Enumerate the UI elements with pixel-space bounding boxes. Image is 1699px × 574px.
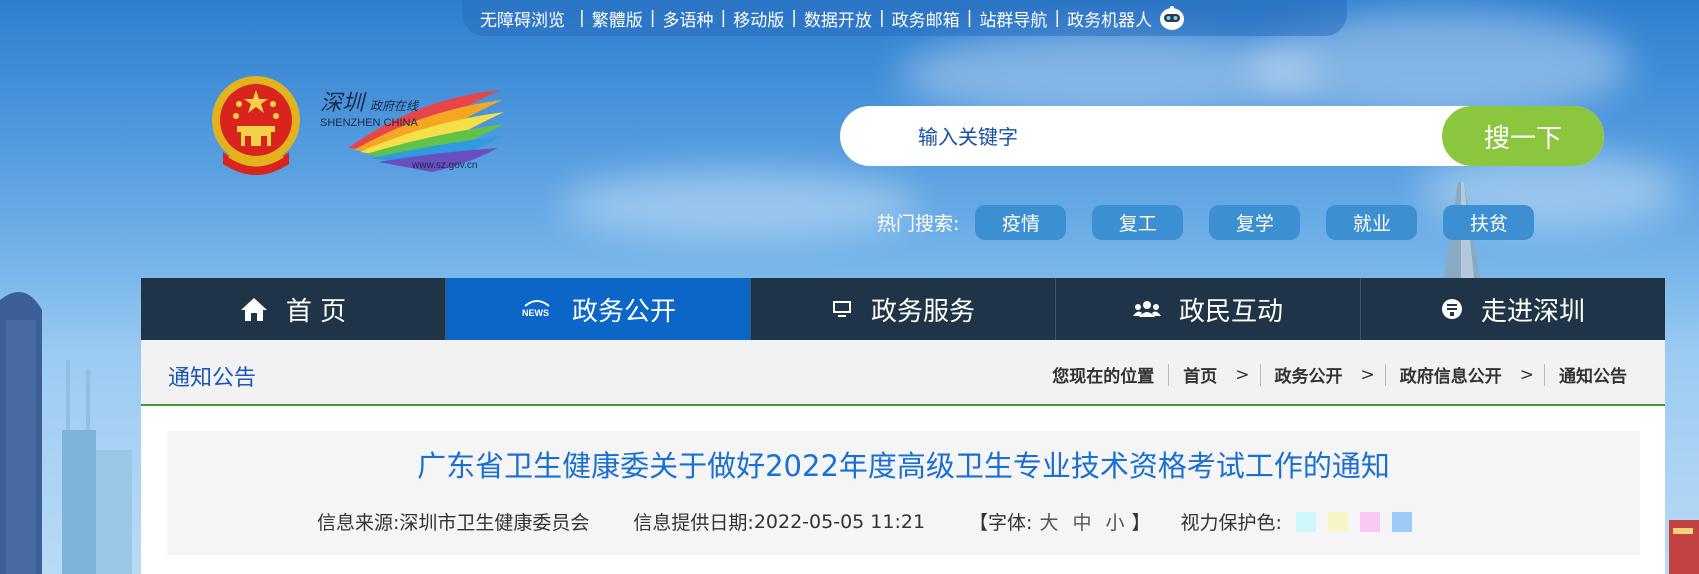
eye-color-blue-swatch[interactable] (1391, 511, 1412, 532)
news-icon: NEWS (520, 298, 554, 320)
government-mail-link[interactable]: 政务邮箱 (892, 6, 960, 31)
building-right-decoration (1669, 520, 1699, 574)
logo-subtitle: 政府在线 (370, 99, 419, 113)
nav-item-public-interaction[interactable]: 政民互动 (1056, 278, 1361, 340)
nav-item-government-affairs-open[interactable]: NEWS 政务公开 (446, 278, 751, 340)
font-size-large-button[interactable]: 大 (1039, 508, 1058, 535)
nav-item-label: 政务公开 (571, 296, 676, 327)
search-box: 搜一下 (840, 106, 1604, 166)
eye-color-yellow-swatch[interactable] (1327, 511, 1348, 532)
mobile-version-link[interactable]: 移动版 (733, 6, 784, 31)
breadcrumb-arrow: > (1519, 364, 1534, 385)
font-size-close: 】 (1131, 512, 1151, 534)
divider: | (649, 8, 656, 28)
search-input[interactable] (916, 120, 1480, 154)
divider: | (966, 8, 973, 28)
skyline-left-decoration (0, 292, 132, 574)
divider (1259, 363, 1261, 386)
multilingual-link[interactable]: 多语种 (662, 6, 713, 31)
article-meta: 信息来源: 深圳市卫生健康委员会 信息提供日期: 2022-05-05 11:2… (317, 508, 1424, 535)
date-label: 信息提供日期: (633, 512, 754, 534)
content-area: 通知公告 您现在的位置 首页 > 政务公开 > 政府信息公开 > 通知公告 广东… (141, 340, 1665, 574)
svg-text:NEWS: NEWS (522, 308, 549, 318)
hot-search-label: 热门搜索: (877, 213, 960, 235)
logo-en-name: SHENZHEN CHINA (320, 117, 418, 129)
nav-item-label: 政民互动 (1178, 296, 1283, 327)
users-icon (1132, 299, 1161, 319)
source-value: 深圳市卫生健康委员会 (399, 512, 590, 534)
divider: | (720, 8, 727, 28)
hot-tag-employment[interactable]: 就业 (1326, 205, 1418, 240)
breadcrumb-lead: 您现在的位置 (1052, 367, 1155, 387)
breadcrumb-government-affairs-open[interactable]: 政务公开 (1275, 362, 1343, 387)
divider: | (791, 8, 797, 28)
breadcrumb-arrow: > (1360, 364, 1375, 385)
info-icon (1441, 298, 1463, 320)
nav-item-label: 政务服务 (870, 296, 975, 327)
breadcrumb-bar: 通知公告 您现在的位置 首页 > 政务公开 > 政府信息公开 > 通知公告 (141, 340, 1665, 406)
divider (1168, 363, 1170, 386)
logo-cn-name: 深圳 (320, 91, 367, 116)
eye-color-cyan-swatch[interactable] (1295, 511, 1316, 532)
breadcrumb-arrow: > (1235, 364, 1250, 385)
font-size-small-button[interactable]: 小 (1105, 508, 1124, 535)
hot-tag-poverty-relief[interactable]: 扶贫 (1443, 205, 1535, 240)
article-header: 广东省卫生健康委关于做好2022年度高级卫生专业技术资格考试工作的通知 信息来源… (167, 431, 1640, 555)
national-emblem-logo (212, 76, 300, 175)
nav-item-government-services[interactable]: 政务服务 (751, 278, 1056, 340)
robot-icon[interactable] (1158, 5, 1186, 31)
nav-item-home[interactable]: 首 页 (141, 278, 446, 340)
site-navigation-link[interactable]: 站群导航 (979, 6, 1047, 31)
breadcrumb-home[interactable]: 首页 (1183, 362, 1217, 387)
monitor-icon (831, 299, 853, 319)
hot-tag-resume-school[interactable]: 复学 (1209, 205, 1301, 240)
divider: | (878, 8, 885, 28)
traditional-chinese-link[interactable]: 繁體版 (592, 6, 643, 31)
open-data-link[interactable]: 数据开放 (804, 6, 872, 31)
cloud-decoration (560, 170, 920, 240)
date-value: 2022-05-05 11:21 (753, 510, 926, 533)
hot-tag-epidemic[interactable]: 疫情 (975, 205, 1067, 240)
top-utility-bar: 无障碍浏览 | 繁體版 | 多语种 | 移动版 | 数据开放 | 政务邮箱 | … (462, 0, 1347, 36)
main-nav: 首 页 NEWS 政务公开 政务服务 政民互动 走进深圳 (141, 278, 1665, 340)
eye-color-pink-swatch[interactable] (1359, 511, 1380, 532)
breadcrumb-notices[interactable]: 通知公告 (1559, 362, 1627, 387)
nav-item-explore-shenzhen[interactable]: 走进深圳 (1361, 278, 1665, 340)
hot-search-bar: 热门搜索: 疫情 复工 复学 就业 扶贫 (877, 205, 1560, 240)
breadcrumb: 您现在的位置 首页 > 政务公开 > 政府信息公开 > 通知公告 (1052, 362, 1627, 387)
government-robot-link[interactable]: 政务机器人 (1067, 6, 1152, 31)
shenzhen-china-logo: 深圳 政府在线 SHENZHEN CHINA www.sz.gov.cn (320, 90, 504, 172)
nav-item-label: 走进深圳 (1480, 296, 1585, 327)
article-title: 广东省卫生健康委关于做好2022年度高级卫生专业技术资格考试工作的通知 (417, 449, 1390, 483)
search-button[interactable]: 搜一下 (1442, 106, 1604, 166)
hot-tag-resume-work[interactable]: 复工 (1092, 205, 1184, 240)
font-size-medium-button[interactable]: 中 (1072, 508, 1091, 535)
divider (1384, 363, 1386, 386)
home-icon (240, 296, 268, 322)
eye-protection-label: 视力保护色: (1180, 512, 1282, 534)
divider: | (1054, 8, 1061, 28)
breadcrumb-government-info-open[interactable]: 政府信息公开 (1400, 362, 1502, 387)
font-size-open: 【字体: (969, 512, 1033, 534)
section-title: 通知公告 (168, 366, 257, 391)
divider (1544, 363, 1545, 386)
accessibility-link[interactable]: 无障碍浏览 (480, 6, 565, 31)
divider: | (579, 8, 585, 28)
logo-url: www.sz.gov.cn (411, 160, 477, 171)
nav-item-label: 首 页 (285, 296, 347, 327)
source-label: 信息来源: (317, 512, 400, 534)
